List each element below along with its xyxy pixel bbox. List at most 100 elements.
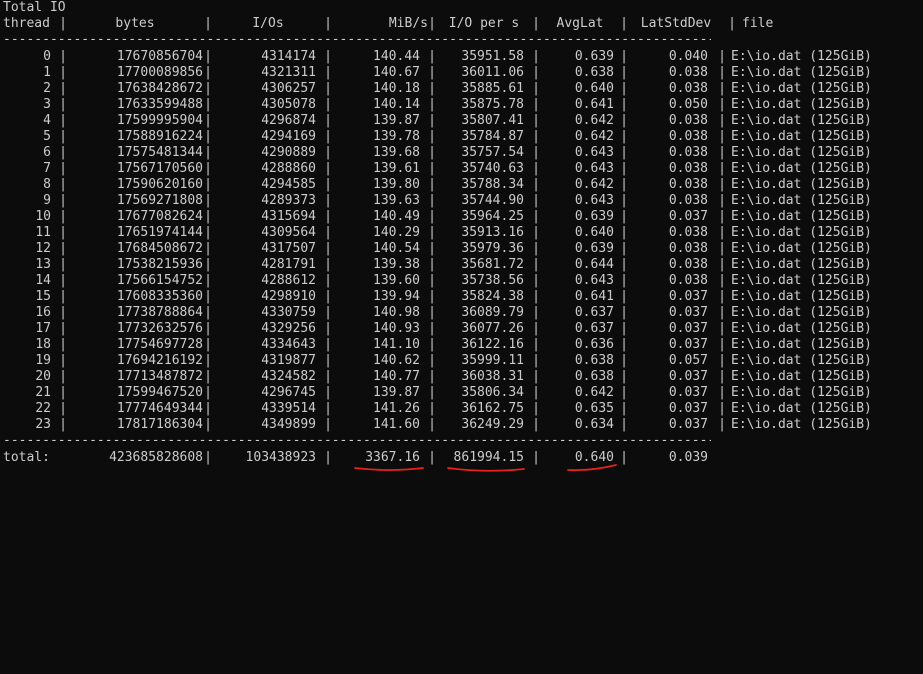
cell-latstddev: 0.038 (668, 145, 708, 160)
cell-avglat: 0.642 (574, 113, 614, 128)
cell-bytes: 17566154752 (116, 273, 203, 288)
col-separator: | (620, 193, 628, 208)
cell-bytes: 17670856704 (116, 49, 203, 64)
col-separator: | (59, 97, 67, 112)
cell-ios: 4339514 (261, 401, 316, 416)
col-separator: | (204, 321, 212, 336)
col-separator: | (204, 337, 212, 352)
cell-latstddev: 0.037 (668, 369, 708, 384)
cell-ios: 4330759 (261, 305, 316, 320)
cell-mibs: 140.62 (373, 353, 420, 368)
col-separator: | (324, 305, 332, 320)
col-separator: | (428, 65, 436, 80)
cell-bytes: 17684508672 (116, 241, 203, 256)
cell-bytes: 17738788864 (116, 305, 203, 320)
col-separator: | (620, 369, 628, 384)
col-separator: | (59, 417, 67, 432)
col-separator: | (620, 161, 628, 176)
col-separator: | (428, 81, 436, 96)
col-separator: | (204, 65, 212, 80)
cell-avglat: 0.642 (574, 385, 614, 400)
total-iops: 861994.15 (453, 450, 524, 465)
cell-latstddev: 0.037 (668, 401, 708, 416)
header-divider: ----------------------------------------… (3, 32, 711, 47)
col-separator: | (532, 417, 540, 432)
col-separator: | (620, 401, 628, 416)
col-separator: | (428, 321, 436, 336)
col-separator: | (204, 113, 212, 128)
cell-latstddev: 0.057 (668, 353, 708, 368)
cell-ios: 4315694 (261, 209, 316, 224)
cell-mibs: 139.78 (373, 129, 420, 144)
cell-iops: 35681.72 (461, 257, 524, 272)
cell-avglat: 0.643 (574, 273, 614, 288)
col-separator: | (620, 385, 628, 400)
cell-avglat: 0.641 (574, 289, 614, 304)
col-separator: | (324, 321, 332, 336)
cell-iops: 35738.56 (461, 273, 524, 288)
cell-file: E:\io.dat (125GiB) (731, 353, 872, 368)
cell-iops: 35740.63 (461, 161, 524, 176)
col-separator: | (59, 225, 67, 240)
cell-file: E:\io.dat (125GiB) (731, 385, 872, 400)
col-separator: | (620, 321, 628, 336)
cell-file: E:\io.dat (125GiB) (731, 241, 872, 256)
col-separator: | (428, 241, 436, 256)
cell-thread: 22 (35, 401, 51, 416)
col-separator: | (204, 81, 212, 96)
col-separator: | (428, 177, 436, 192)
cell-mibs: 139.68 (373, 145, 420, 160)
cell-bytes: 17569271808 (116, 193, 203, 208)
cell-mibs: 141.60 (373, 417, 420, 432)
cell-mibs: 139.80 (373, 177, 420, 192)
cell-bytes: 17694216192 (116, 353, 203, 368)
cell-iops: 35999.11 (461, 353, 524, 368)
col-separator: | (324, 145, 332, 160)
cell-thread: 17 (35, 321, 51, 336)
col-separator: | (428, 305, 436, 320)
col-separator: | (620, 353, 628, 368)
cell-latstddev: 0.038 (668, 273, 708, 288)
col-separator: | (532, 65, 540, 80)
cell-avglat: 0.641 (574, 97, 614, 112)
table-row: 1 | 17700089856 | 4321311 | 140.67 | 36011.06 | 0.… (3, 65, 923, 81)
cell-avglat: 0.640 (574, 81, 614, 96)
col-separator: | (324, 401, 332, 416)
col-separator: | (620, 289, 628, 304)
cell-iops: 35964.25 (461, 209, 524, 224)
col-separator: | (532, 450, 540, 465)
cell-thread: 5 (43, 129, 51, 144)
col-separator: | (59, 241, 67, 256)
table-row: 7 | 17567170560 | 4288860 | 139.61 | 35740.63 | 0.… (3, 161, 923, 177)
col-separator: | (204, 161, 212, 176)
col-separator: | (428, 193, 436, 208)
header-latstddev: LatStdDev (640, 16, 712, 31)
col-separator: | (428, 209, 436, 224)
table-row: 13 | 17538215936 | 4281791 | 139.38 | 35681.72 | 0… (3, 257, 923, 273)
col-separator: | (532, 321, 540, 336)
col-separator: | (428, 401, 436, 416)
col-separator: | (59, 65, 67, 80)
col-separator: | (59, 81, 67, 96)
cell-thread: 15 (35, 289, 51, 304)
col-separator: | (59, 321, 67, 336)
cell-mibs: 141.26 (373, 401, 420, 416)
col-separator: | (324, 129, 332, 144)
cell-bytes: 17638428672 (116, 81, 203, 96)
col-separator: | (532, 193, 540, 208)
cell-ios: 4329256 (261, 321, 316, 336)
cell-file: E:\io.dat (125GiB) (731, 289, 872, 304)
header-thread: thread (3, 16, 50, 31)
cell-bytes: 17754697728 (116, 337, 203, 352)
cell-avglat: 0.643 (574, 145, 614, 160)
col-separator: | (718, 417, 726, 432)
col-separator: | (728, 16, 736, 31)
col-separator: | (718, 161, 726, 176)
cell-thread: 4 (43, 113, 51, 128)
table-row: 3 | 17633599488 | 4305078 | 140.14 | 35875.78 | 0.… (3, 97, 923, 113)
col-separator: | (59, 113, 67, 128)
cell-latstddev: 0.038 (668, 113, 708, 128)
total-label: total: (3, 450, 50, 465)
cell-latstddev: 0.038 (668, 225, 708, 240)
col-separator: | (59, 289, 67, 304)
